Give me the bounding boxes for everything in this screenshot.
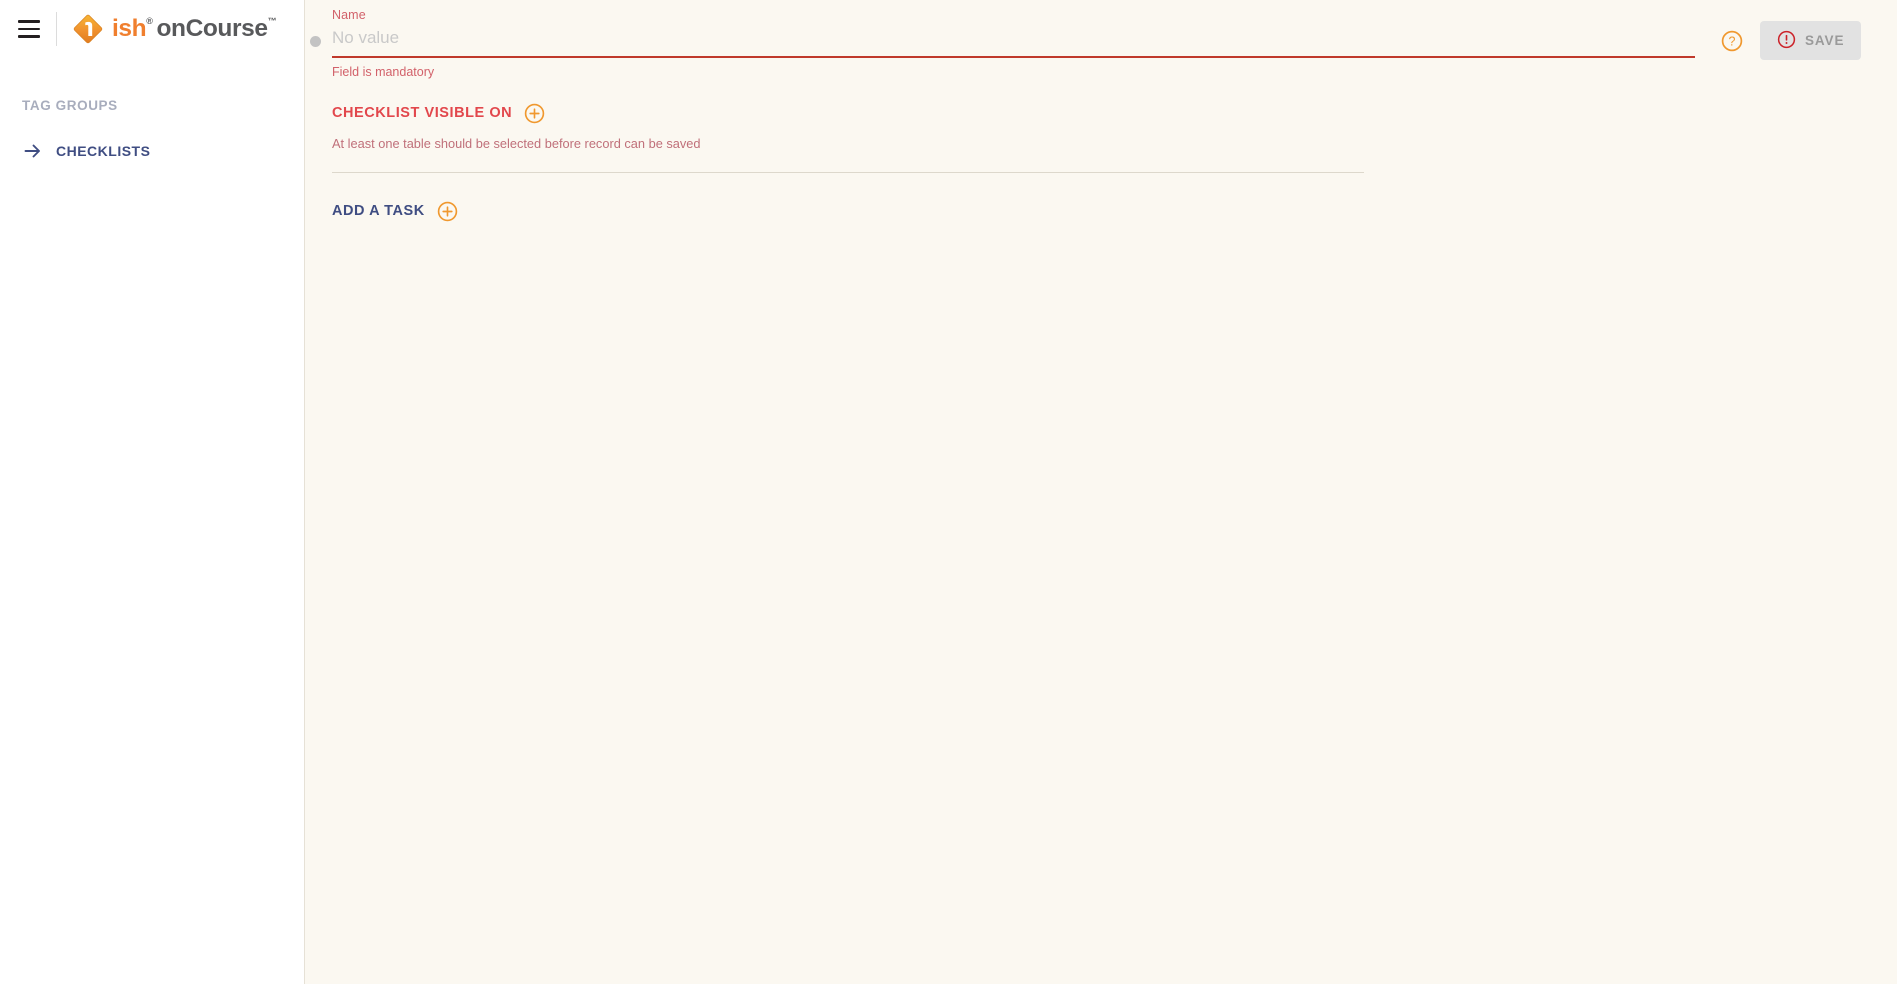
name-field-row: Name Field is mandatory ? — [305, 0, 1897, 80]
plus-circle-icon[interactable] — [437, 201, 458, 222]
name-input[interactable] — [332, 26, 1695, 58]
app-root: ish ® onCourse ™ TAG GROUPS CHECKLISTS Name — [0, 0, 1897, 984]
add-task-row[interactable]: ADD A TASK — [305, 201, 1897, 222]
header-divider — [56, 12, 57, 46]
save-button-label: SAVE — [1805, 33, 1845, 48]
save-button[interactable]: SAVE — [1760, 21, 1862, 60]
error-exclamation-icon — [1777, 30, 1796, 52]
sidebar-section-title-tag-groups: TAG GROUPS — [22, 98, 118, 113]
logo-trademark-mark: ™ — [267, 15, 277, 26]
logo-text-oncourse: onCourse — [156, 14, 268, 42]
hamburger-menu-icon[interactable] — [12, 12, 46, 46]
section-divider — [332, 171, 1364, 173]
checklist-visible-on-header: CHECKLIST VISIBLE ON — [305, 103, 1897, 124]
plus-circle-icon[interactable] — [524, 103, 545, 124]
sidebar-header: ish ® onCourse ™ — [0, 0, 304, 58]
name-field-helper-text: Field is mandatory — [332, 64, 435, 79]
name-field-block: Name Field is mandatory — [305, 0, 1705, 80]
hamburger-line — [18, 27, 40, 31]
oncourse-logo[interactable]: ish ® onCourse ™ — [71, 12, 277, 46]
sidebar: ish ® onCourse ™ TAG GROUPS CHECKLISTS — [0, 0, 305, 984]
checklist-visible-on-title: CHECKLIST VISIBLE ON — [332, 105, 513, 122]
oncourse-diamond-logo-icon — [71, 12, 105, 46]
logo-registered-mark: ® — [146, 15, 153, 26]
hamburger-line — [18, 35, 40, 38]
sidebar-item-checklists[interactable]: CHECKLISTS — [0, 138, 304, 164]
checklist-visible-on-note: At least one table should be selected be… — [332, 135, 701, 151]
add-task-label: ADD A TASK — [332, 203, 425, 220]
sidebar-item-label: CHECKLISTS — [56, 143, 151, 159]
hamburger-line — [18, 20, 40, 23]
logo-wordmark: ish ® onCourse ™ — [112, 14, 277, 42]
name-field-label: Name — [332, 8, 366, 22]
main-content: Name Field is mandatory ? — [305, 0, 1897, 984]
name-field-input-line — [310, 26, 1705, 58]
help-question-icon[interactable]: ? — [1721, 30, 1743, 52]
logo-text-ish: ish — [112, 14, 147, 42]
status-dot-icon — [310, 36, 321, 47]
arrow-right-icon — [22, 140, 44, 162]
svg-text:?: ? — [1729, 34, 1736, 48]
